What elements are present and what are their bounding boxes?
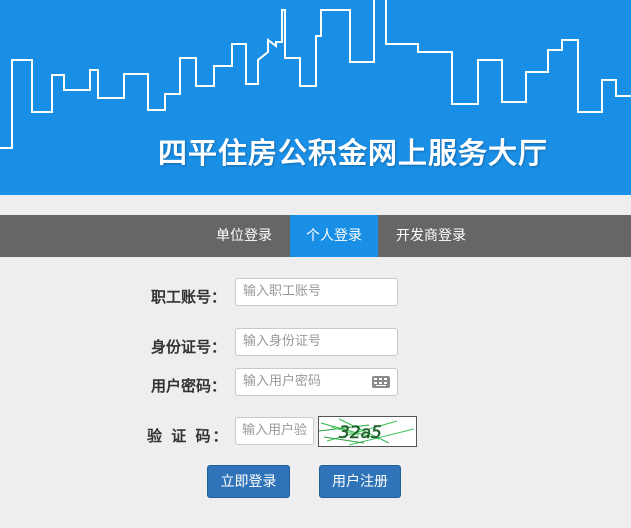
captcha-text: 32a5 xyxy=(339,423,382,443)
idcard-input[interactable]: 输入身份证号 xyxy=(235,328,398,356)
register-button[interactable]: 用户注册 xyxy=(319,465,401,498)
account-input[interactable]: 输入职工账号 xyxy=(235,278,398,306)
captcha-input[interactable]: 输入用户验 xyxy=(235,417,314,445)
account-label: 职工账号： xyxy=(151,288,227,306)
tab-developer-login[interactable]: 开发商登录 xyxy=(384,215,478,257)
tab-unit-login[interactable]: 单位登录 xyxy=(203,215,285,257)
login-tab-bar: 单位登录 个人登录 开发商登录 xyxy=(0,215,631,257)
captcha-noise: 32a5 xyxy=(319,418,415,446)
site-title: 四平住房公积金网上服务大厅 xyxy=(158,136,549,170)
tab-personal-login[interactable]: 个人登录 xyxy=(290,215,378,257)
captcha-image[interactable]: 32a5 xyxy=(318,416,417,447)
idcard-label: 身份证号： xyxy=(151,338,227,356)
password-input[interactable]: 输入用户密码 xyxy=(235,368,398,396)
captcha-label: 验 证 码： xyxy=(147,427,230,445)
login-button[interactable]: 立即登录 xyxy=(207,465,290,498)
password-placeholder: 输入用户密码 xyxy=(243,374,322,389)
header-banner: 四平住房公积金网上服务大厅 xyxy=(0,0,631,195)
keyboard-icon[interactable] xyxy=(372,376,390,388)
banner-gap xyxy=(0,195,631,215)
password-label: 用户密码： xyxy=(151,377,227,395)
